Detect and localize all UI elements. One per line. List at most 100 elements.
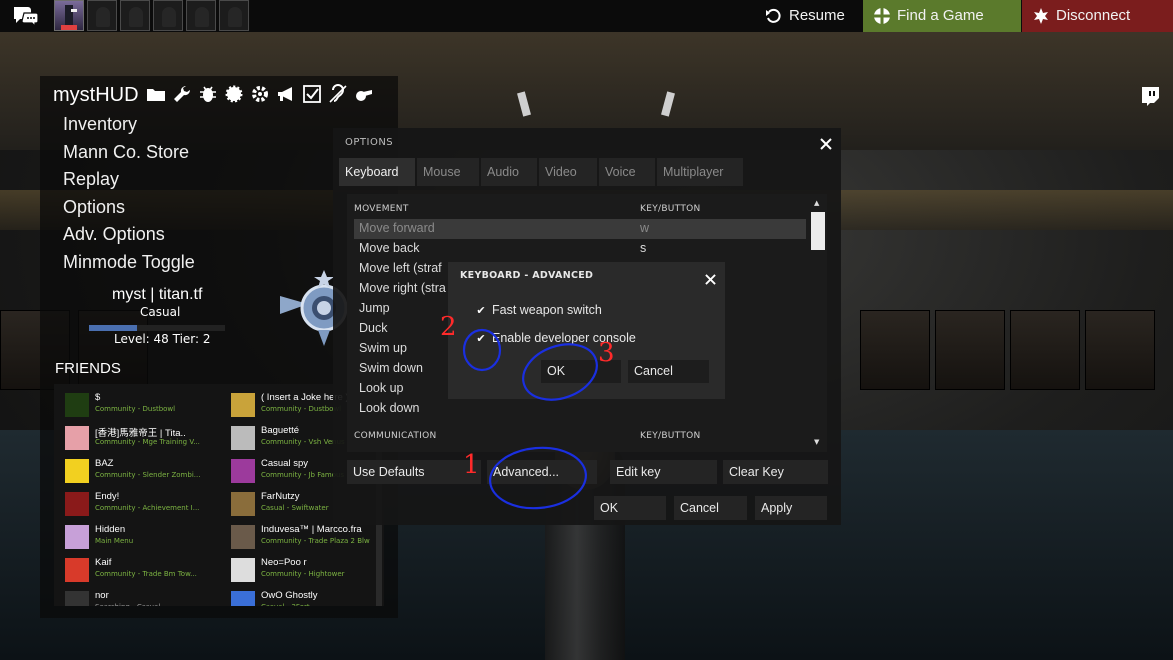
options-ok-button[interactable]: OK <box>594 496 666 520</box>
resume-button[interactable]: Resume <box>755 0 863 32</box>
friend-avatar <box>65 426 89 450</box>
advanced-cancel-button[interactable]: Cancel <box>628 360 709 383</box>
friend-name: Hidden <box>95 524 126 535</box>
locker <box>860 310 930 390</box>
friend-list-item[interactable]: $ Community - Dustbowl <box>65 391 225 421</box>
friend-avatar <box>65 459 89 483</box>
tab-voice[interactable]: Voice <box>599 158 655 186</box>
fast-weapon-switch-label: Fast weapon switch <box>492 303 602 317</box>
wrench-icon[interactable] <box>172 84 192 104</box>
ear-icon[interactable] <box>328 84 348 104</box>
party-avatar-self[interactable] <box>54 0 84 31</box>
options-apply-button[interactable]: Apply <box>755 496 827 520</box>
comm-key-button-header: KEY/BUTTON <box>640 431 701 441</box>
friend-list-item[interactable]: Hidden Main Menu <box>65 523 225 553</box>
cog-icon[interactable] <box>250 84 270 104</box>
scroll-down-icon[interactable]: ▼ <box>814 438 819 446</box>
chat-icon[interactable] <box>12 4 40 28</box>
find-game-button[interactable]: Find a Game <box>863 0 1021 32</box>
friend-avatar <box>65 591 89 606</box>
friend-status: Main Menu <box>95 537 134 545</box>
advanced-close-button[interactable] <box>705 270 716 289</box>
tab-multiplayer[interactable]: Multiplayer <box>657 158 743 186</box>
keybind-scroll-thumb[interactable] <box>811 212 825 250</box>
friend-list-item[interactable]: BAZ Community - Slender Zombi... <box>65 457 225 487</box>
menu-item-store[interactable]: Mann Co. Store <box>63 140 195 168</box>
keybind-action: Swim up <box>359 341 407 355</box>
keybind-key: w <box>640 221 650 235</box>
keybind-action: Move right (stra <box>359 281 446 295</box>
menu-item-minmode-toggle[interactable]: Minmode Toggle <box>63 250 195 278</box>
advanced-button[interactable]: Advanced... <box>487 460 597 484</box>
friend-name: $ <box>95 392 101 403</box>
friend-avatar <box>65 558 89 582</box>
friend-avatar <box>231 393 255 417</box>
tab-keyboard[interactable]: Keyboard <box>339 158 415 186</box>
friend-list-item[interactable]: Endy! Community - Achievement I... <box>65 490 225 520</box>
checkbox-icon[interactable] <box>302 84 322 104</box>
megaphone-icon[interactable] <box>276 84 296 104</box>
find-game-label: Find a Game <box>897 7 984 24</box>
hud-title: mystHUD <box>53 84 139 106</box>
friend-avatar <box>231 426 255 450</box>
keybind-action: Jump <box>359 301 390 315</box>
use-defaults-button[interactable]: Use Defaults <box>347 460 481 484</box>
keybind-action: Move forward <box>359 221 435 235</box>
gear-icon[interactable] <box>224 84 244 104</box>
friend-status: Casual - 2Fort <box>261 603 384 606</box>
party-slot-empty[interactable] <box>120 0 150 31</box>
friend-status: Community - Dustbowl <box>95 405 176 413</box>
annotation-step-3: 3 <box>598 338 615 368</box>
developer-console-checkbox[interactable]: ✔ <box>474 332 488 346</box>
xp-progress-fill <box>89 325 137 331</box>
keybind-row[interactable]: Move back s <box>354 239 806 259</box>
tab-video[interactable]: Video <box>539 158 597 186</box>
party-slot-empty[interactable] <box>186 0 216 31</box>
disconnect-button[interactable]: Disconnect <box>1022 0 1173 32</box>
friend-name: nor <box>95 590 109 601</box>
twitch-icon[interactable] <box>1140 86 1160 106</box>
keybind-action: Move back <box>359 241 420 255</box>
keybind-action: Duck <box>359 321 388 335</box>
player-avatar-icon <box>61 5 77 30</box>
friend-list-item[interactable]: [香港]馬雅帝王 | Tita.. Community - Mge Trainin… <box>65 424 225 454</box>
tab-audio[interactable]: Audio <box>481 158 537 186</box>
keybind-action: Look up <box>359 381 404 395</box>
friend-list-item[interactable]: Induvesa™ | Marcco.fra Community - Trade … <box>231 523 384 553</box>
disconnect-icon <box>1034 8 1048 24</box>
friend-name: [香港]馬雅帝王 | Tita.. <box>95 428 186 439</box>
bug-icon[interactable] <box>198 84 218 104</box>
options-cancel-button[interactable]: Cancel <box>674 496 747 520</box>
keyboard-advanced-title: KEYBOARD - ADVANCED <box>460 270 594 281</box>
friend-list-item[interactable]: nor Searching - Casual <box>65 589 225 606</box>
friend-list-item[interactable]: Kaif Community - Trade Bm Tow... <box>65 556 225 586</box>
movement-header: MOVEMENT <box>354 204 409 214</box>
friend-name: OwO Ghostly <box>261 590 318 601</box>
folder-icon[interactable] <box>146 84 166 104</box>
locker <box>1010 310 1080 390</box>
fast-weapon-switch-checkbox[interactable]: ✔ <box>474 304 488 318</box>
friend-list-item[interactable]: Neo=Poo r Community - Hightower <box>231 556 384 586</box>
friend-avatar <box>231 591 255 606</box>
keybind-row[interactable]: Move forward w <box>354 219 806 239</box>
party-slot-empty[interactable] <box>219 0 249 31</box>
menu-item-adv-options[interactable]: Adv. Options <box>63 222 195 250</box>
whistle-icon[interactable] <box>354 84 374 104</box>
friend-status: Searching - Casual <box>95 603 225 606</box>
clear-key-button[interactable]: Clear Key <box>723 460 828 484</box>
options-tabs: Keyboard Mouse Audio Video Voice Multipl… <box>339 158 745 186</box>
keybind-scrollbar[interactable]: ▲ ▼ <box>810 196 826 450</box>
locker <box>1085 310 1155 390</box>
party-slot-empty[interactable] <box>153 0 183 31</box>
edit-key-button[interactable]: Edit key <box>610 460 717 484</box>
party-slot-empty[interactable] <box>87 0 117 31</box>
menu-item-options[interactable]: Options <box>63 195 195 223</box>
keybind-row[interactable]: Look down <box>354 399 806 419</box>
close-icon <box>705 274 716 285</box>
menu-item-inventory[interactable]: Inventory <box>63 112 195 140</box>
options-close-button[interactable] <box>820 135 832 154</box>
scroll-up-icon[interactable]: ▲ <box>814 199 819 207</box>
menu-item-replay[interactable]: Replay <box>63 167 195 195</box>
tab-mouse[interactable]: Mouse <box>417 158 479 186</box>
friend-list-item[interactable]: OwO Ghostly Casual - 2Fort <box>231 589 384 606</box>
